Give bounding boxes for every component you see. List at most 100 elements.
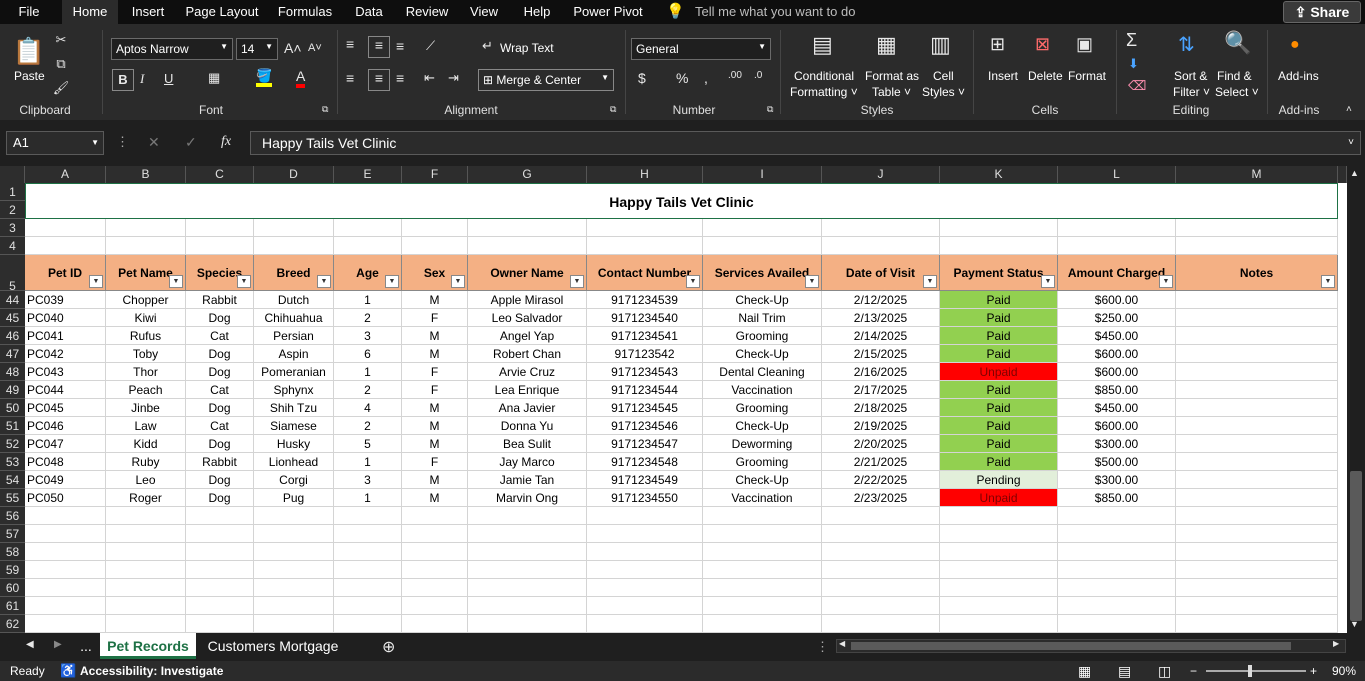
payment-status-cell[interactable]: Paid: [940, 291, 1058, 309]
row-header[interactable]: 62: [0, 615, 25, 633]
zoom-slider-thumb[interactable]: [1248, 665, 1252, 677]
table-cell[interactable]: $250.00: [1058, 309, 1176, 327]
table-cell[interactable]: Dog: [186, 363, 254, 381]
empty-cell[interactable]: [402, 219, 468, 237]
table-cell[interactable]: Dog: [186, 399, 254, 417]
empty-cell[interactable]: [1058, 525, 1176, 543]
table-cell[interactable]: 2/20/2025: [822, 435, 940, 453]
table-cell[interactable]: Toby: [106, 345, 186, 363]
empty-cell[interactable]: [468, 615, 587, 633]
table-cell[interactable]: $600.00: [1058, 417, 1176, 435]
table-cell[interactable]: M: [402, 399, 468, 417]
align-top-icon[interactable]: ≡: [346, 36, 354, 52]
font-name-select[interactable]: Aptos Narrow ▼: [111, 38, 233, 60]
table-cell[interactable]: M: [402, 327, 468, 345]
payment-status-cell[interactable]: Pending: [940, 471, 1058, 489]
empty-cell[interactable]: [1176, 597, 1338, 615]
empty-cell[interactable]: [402, 561, 468, 579]
empty-cell[interactable]: [703, 237, 822, 255]
empty-cell[interactable]: [334, 525, 402, 543]
table-cell[interactable]: Check-Up: [703, 471, 822, 489]
table-cell[interactable]: Ruby: [106, 453, 186, 471]
payment-status-cell[interactable]: Paid: [940, 399, 1058, 417]
table-cell[interactable]: PC049: [25, 471, 106, 489]
table-cell[interactable]: PC039: [25, 291, 106, 309]
row-header[interactable]: 49: [0, 381, 25, 399]
table-cell[interactable]: PC041: [25, 327, 106, 345]
table-cell[interactable]: Kiwi: [106, 309, 186, 327]
empty-cell[interactable]: [25, 597, 106, 615]
empty-cell[interactable]: [822, 561, 940, 579]
table-cell[interactable]: Lea Enrique: [468, 381, 587, 399]
table-cell[interactable]: 9171234548: [587, 453, 703, 471]
row-header[interactable]: 4: [0, 237, 25, 255]
table-cell[interactable]: 4: [334, 399, 402, 417]
table-cell[interactable]: $450.00: [1058, 399, 1176, 417]
table-cell[interactable]: Bea Sulit: [468, 435, 587, 453]
table-cell[interactable]: Shih Tzu: [254, 399, 334, 417]
table-cell[interactable]: Siamese: [254, 417, 334, 435]
collapse-ribbon-icon[interactable]: ˄: [1346, 104, 1352, 115]
table-cell[interactable]: Dog: [186, 345, 254, 363]
table-cell[interactable]: 2/23/2025: [822, 489, 940, 507]
empty-cell[interactable]: [468, 219, 587, 237]
table-cell[interactable]: F: [402, 453, 468, 471]
filter-dropdown-icon[interactable]: ▼: [1159, 275, 1173, 288]
empty-cell[interactable]: [1058, 561, 1176, 579]
table-cell[interactable]: PC048: [25, 453, 106, 471]
empty-cell[interactable]: [25, 525, 106, 543]
wrap-text-icon[interactable]: ↵: [482, 38, 493, 54]
menu-insert[interactable]: Insert: [122, 0, 174, 24]
empty-cell[interactable]: [254, 561, 334, 579]
increase-font-icon[interactable]: A˄: [284, 40, 302, 56]
table-cell[interactable]: PC045: [25, 399, 106, 417]
tell-me-search[interactable]: Tell me what you want to do: [695, 0, 855, 24]
conditional-formatting-button[interactable]: Conditional: [794, 69, 854, 83]
empty-cell[interactable]: [25, 615, 106, 633]
empty-cell[interactable]: [940, 219, 1058, 237]
empty-cell[interactable]: [25, 579, 106, 597]
table-cell[interactable]: Ana Javier: [468, 399, 587, 417]
empty-cell[interactable]: [703, 219, 822, 237]
table-cell[interactable]: Jamie Tan: [468, 471, 587, 489]
empty-cell[interactable]: [822, 237, 940, 255]
wrap-text-button[interactable]: Wrap Text: [500, 41, 554, 55]
empty-cell[interactable]: [402, 579, 468, 597]
table-cell[interactable]: Jinbe: [106, 399, 186, 417]
table-cell[interactable]: 2/13/2025: [822, 309, 940, 327]
table-cell[interactable]: Peach: [106, 381, 186, 399]
merge-center-button[interactable]: ⊞ Merge & Center ▼: [478, 69, 614, 91]
table-cell[interactable]: Vaccination: [703, 381, 822, 399]
table-cell[interactable]: Marvin Ong: [468, 489, 587, 507]
table-cell[interactable]: Dog: [186, 471, 254, 489]
table-cell[interactable]: M: [402, 417, 468, 435]
table-cell[interactable]: 2/15/2025: [822, 345, 940, 363]
row-header[interactable]: 2: [0, 201, 25, 219]
tab-customers-mortgage[interactable]: Customers Mortgage: [200, 633, 346, 659]
empty-cell[interactable]: [468, 597, 587, 615]
empty-cell[interactable]: [106, 219, 186, 237]
name-box[interactable]: A1 ▼: [6, 131, 104, 155]
table-cell[interactable]: M: [402, 435, 468, 453]
empty-cell[interactable]: [254, 507, 334, 525]
page-break-view-icon[interactable]: ◫: [1158, 661, 1171, 681]
column-header-c[interactable]: C: [186, 166, 254, 183]
table-cell[interactable]: [1176, 417, 1338, 435]
number-dialog-launcher-icon[interactable]: ⧉: [767, 104, 773, 115]
empty-cell[interactable]: [186, 219, 254, 237]
empty-cell[interactable]: [468, 579, 587, 597]
table-cell[interactable]: $600.00: [1058, 291, 1176, 309]
table-cell[interactable]: Angel Yap: [468, 327, 587, 345]
more-sheets-button[interactable]: ...: [76, 633, 96, 659]
column-header-j[interactable]: J: [822, 166, 940, 183]
italic-button[interactable]: I: [140, 71, 144, 87]
table-cell[interactable]: 1: [334, 291, 402, 309]
delete-cells-button[interactable]: Delete: [1028, 69, 1063, 83]
table-cell[interactable]: F: [402, 363, 468, 381]
payment-status-cell[interactable]: Paid: [940, 417, 1058, 435]
table-cell[interactable]: [1176, 291, 1338, 309]
table-cell[interactable]: Sphynx: [254, 381, 334, 399]
share-button[interactable]: ⇪ Share: [1283, 1, 1361, 23]
align-middle-icon[interactable]: ≡: [368, 36, 390, 58]
table-cell[interactable]: F: [402, 381, 468, 399]
